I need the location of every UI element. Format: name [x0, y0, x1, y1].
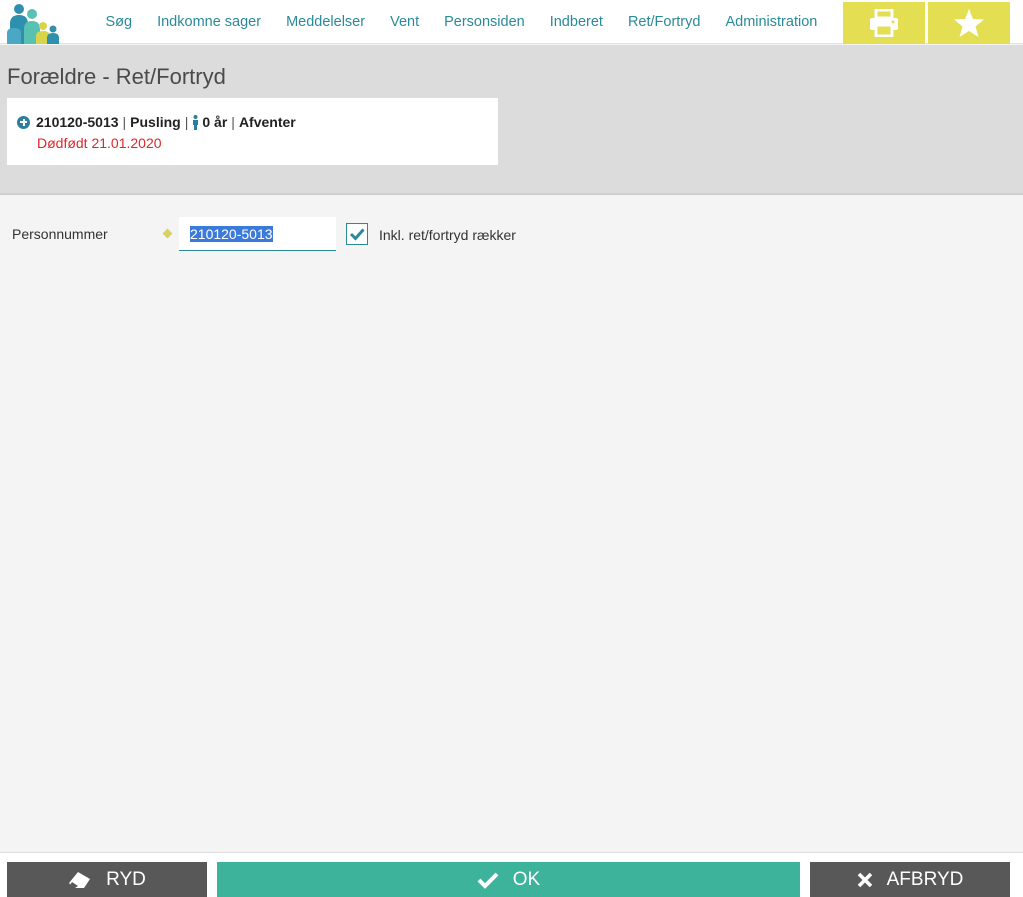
- personnummer-row: Personnummer Inkl. ret/fortryd rækker: [0, 216, 1023, 252]
- ok-button[interactable]: OK: [217, 862, 800, 897]
- app-logo-icon[interactable]: [5, 2, 63, 44]
- afbryd-button[interactable]: AFBRYD: [810, 862, 1010, 897]
- ryd-button[interactable]: RYD: [7, 862, 207, 897]
- star-icon: [954, 9, 984, 37]
- favorite-button[interactable]: [928, 2, 1010, 44]
- check-icon: [477, 871, 499, 889]
- person-note: Dødfødt 21.01.2020: [37, 135, 162, 151]
- page-header: Forældre - Ret/Fortryd 210120-5013 | Pus…: [0, 45, 1023, 195]
- required-marker-icon: [162, 228, 173, 239]
- separator: |: [231, 114, 235, 130]
- nav-item-indkomne-sager[interactable]: Indkomne sager: [145, 14, 274, 30]
- separator: |: [122, 114, 127, 130]
- include-ret-fortryd-checkbox[interactable]: [346, 223, 368, 245]
- person-card: 210120-5013 | Pusling | 0 år | Afventer …: [7, 98, 498, 165]
- expand-plus-icon[interactable]: [17, 115, 30, 129]
- action-bar: RYD OK AFBRYD: [0, 852, 1023, 897]
- main-nav: Søg Indkomne sager Meddelelser Vent Pers…: [93, 0, 830, 44]
- person-icon: [193, 114, 199, 130]
- nav-item-sog[interactable]: Søg: [93, 14, 145, 30]
- include-ret-fortryd-label: Inkl. ret/fortryd rækker: [379, 227, 516, 243]
- person-id: 210120-5013: [36, 114, 119, 130]
- person-summary: 210120-5013 | Pusling | 0 år | Afventer: [17, 114, 296, 130]
- ok-label: OK: [512, 869, 541, 890]
- nav-item-ret-fortryd[interactable]: Ret/Fortryd: [615, 14, 713, 30]
- person-age: 0 år: [202, 114, 228, 130]
- nav-item-vent[interactable]: Vent: [378, 14, 432, 30]
- eraser-icon: [68, 871, 92, 889]
- print-icon: [870, 9, 898, 37]
- nav-item-meddelelser[interactable]: Meddelelser: [274, 14, 378, 30]
- separator: |: [184, 114, 189, 130]
- nav-item-indberet[interactable]: Indberet: [537, 14, 615, 30]
- close-icon: [857, 872, 873, 888]
- personnummer-input[interactable]: [179, 217, 336, 251]
- ryd-label: RYD: [106, 869, 146, 890]
- nav-item-personsiden[interactable]: Personsiden: [432, 14, 538, 30]
- nav-item-administration[interactable]: Administration: [713, 14, 830, 30]
- top-bar: Søg Indkomne sager Meddelelser Vent Pers…: [0, 0, 1023, 44]
- print-button[interactable]: [843, 2, 925, 44]
- page-title: Forældre - Ret/Fortryd: [7, 64, 226, 89]
- person-name: Pusling: [130, 114, 181, 130]
- checkmark-icon: [349, 228, 365, 241]
- personnummer-label: Personnummer: [12, 226, 108, 242]
- afbryd-label: AFBRYD: [886, 869, 964, 890]
- person-status: Afventer: [238, 114, 296, 130]
